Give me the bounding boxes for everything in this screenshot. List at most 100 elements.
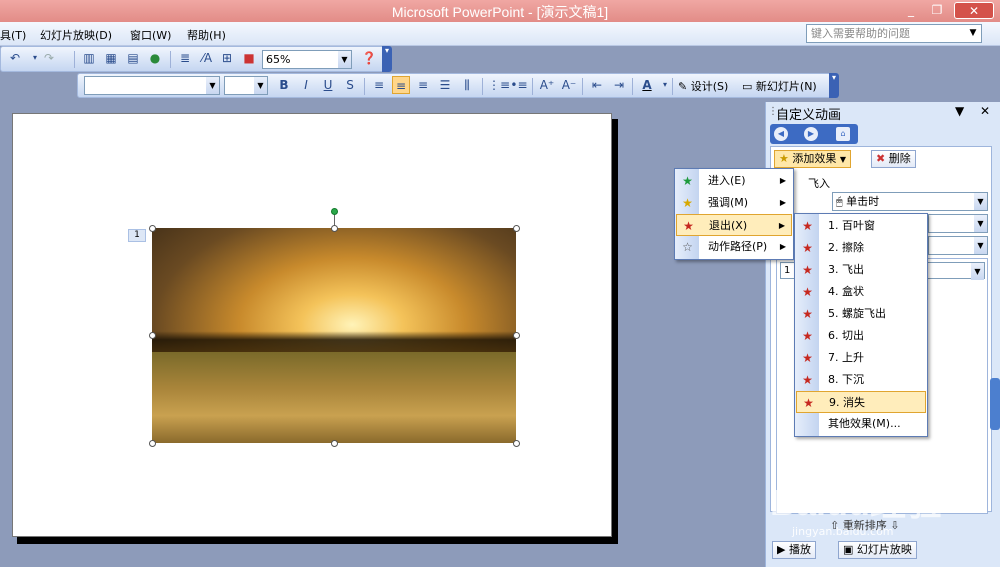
exit-item-descend[interactable]: ★ 8. 下沉 — [796, 369, 926, 391]
align-left-icon[interactable]: ≡ — [370, 76, 388, 94]
chevron-right-icon: ▶ — [778, 221, 785, 230]
direction-select[interactable]: ▼ — [928, 214, 988, 233]
toolbar-options-icon[interactable]: ▾ — [829, 73, 839, 98]
menu-tools[interactable]: 具(T) — [0, 27, 26, 43]
resize-handle[interactable] — [513, 332, 520, 339]
slideshow-icon: ▣ — [843, 543, 854, 556]
exit-item-crawl-out[interactable]: ★ 6. 切出 — [796, 325, 926, 347]
italic-button[interactable]: I — [297, 76, 315, 94]
zoom-value: 65% — [266, 53, 291, 66]
play-button[interactable]: ▶ 播放 — [772, 541, 816, 559]
remove-label: 删除 — [888, 152, 911, 165]
menu-window[interactable]: 窗口(W) — [130, 27, 171, 43]
menu-item-exit[interactable]: ★ 退出(X) ▶ — [676, 214, 792, 236]
hyperlink-icon[interactable]: ● — [146, 49, 164, 67]
resize-handle[interactable] — [513, 225, 520, 232]
menu-help[interactable]: 帮助(H) — [187, 27, 226, 43]
help-icon[interactable]: ❓ — [360, 49, 378, 67]
decrease-indent-icon[interactable]: ⇤ — [588, 76, 606, 94]
resize-handle[interactable] — [513, 440, 520, 447]
toolbar-separator — [672, 78, 673, 95]
back-icon[interactable]: ◀ — [774, 127, 788, 141]
distribute-icon[interactable]: ☰ — [436, 76, 454, 94]
play-icon: ▶ — [777, 543, 786, 556]
undo-icon[interactable]: ↶ — [6, 49, 24, 67]
resize-handle[interactable] — [149, 225, 156, 232]
exit-item-blinds[interactable]: ★ 1. 百叶窗 — [796, 215, 926, 237]
menu-item-emphasis[interactable]: ★ 强调(M) ▶ — [676, 192, 792, 214]
animation-order-tag[interactable]: 1 — [128, 229, 146, 242]
grid-icon[interactable]: ⊞ — [218, 49, 236, 67]
numbering-icon[interactable]: ⋮≡ — [488, 76, 510, 94]
pane-menu-icon[interactable]: ▼ — [955, 104, 964, 118]
exit-item-box[interactable]: ★ 4. 盒状 — [796, 281, 926, 303]
decrease-font-icon[interactable]: A⁻ — [560, 76, 578, 94]
exit-item-more-effects[interactable]: 其他效果(M)... — [796, 413, 926, 435]
toolbar-separator — [532, 78, 533, 95]
rotation-handle[interactable] — [331, 208, 338, 215]
exit-item-disappear[interactable]: ★ 9. 消失 — [796, 391, 926, 413]
menu-slideshow[interactable]: 幻灯片放映(D) — [40, 27, 112, 43]
bullets-icon[interactable]: •≡ — [510, 76, 528, 94]
help-dropdown-icon[interactable]: ▼ — [966, 26, 980, 41]
chart-icon[interactable]: ▥ — [80, 49, 98, 67]
menu-item-label: 6. 切出 — [828, 329, 864, 342]
bold-button[interactable]: B — [275, 76, 293, 94]
underline-button[interactable]: U — [319, 76, 337, 94]
resize-handle[interactable] — [149, 440, 156, 447]
align-right-icon[interactable]: ≡ — [414, 76, 432, 94]
menu-item-entrance[interactable]: ★ 进入(E) ▶ — [676, 170, 792, 192]
add-effect-button[interactable]: ★ 添加效果 ▼ — [774, 150, 852, 168]
font-size-select[interactable]: ▼ — [224, 76, 268, 95]
speed-select[interactable]: ▼ — [928, 236, 988, 255]
pane-close-icon[interactable]: ✕ — [980, 104, 990, 118]
forward-icon[interactable]: ▶ — [804, 127, 818, 141]
home-icon[interactable]: ⌂ — [836, 127, 850, 141]
font-name-select[interactable]: ▼ — [84, 76, 220, 95]
insert-object-icon[interactable]: ▤ — [124, 49, 142, 67]
table-icon[interactable]: ▦ — [102, 49, 120, 67]
exit-star-icon: ★ — [802, 373, 813, 387]
baidu-watermark-logo: Baidu经验 — [770, 482, 943, 523]
color-grayscale-icon[interactable]: ■ — [240, 49, 258, 67]
close-button[interactable]: ✕ — [954, 2, 994, 19]
text-format-icon[interactable]: ⁄A — [198, 49, 216, 67]
help-search-input[interactable]: 键入需要帮助的问题 — [806, 24, 982, 43]
exit-star-icon: ★ — [802, 307, 813, 321]
menu-item-label: 7. 上升 — [828, 351, 864, 364]
minimize-button[interactable]: _ — [900, 2, 922, 19]
increase-font-icon[interactable]: A⁺ — [538, 76, 556, 94]
resize-handle[interactable] — [149, 332, 156, 339]
design-button[interactable]: ✎ 设计(S) — [678, 78, 728, 94]
increase-indent-icon[interactable]: ⇥ — [610, 76, 628, 94]
exit-item-ascend[interactable]: ★ 7. 上升 — [796, 347, 926, 369]
exit-item-spiral-out[interactable]: ★ 5. 螺旋飞出 — [796, 303, 926, 325]
align-center-icon[interactable]: ≡ — [392, 76, 410, 94]
start-select[interactable]: 🖱 单击时 ▼ — [832, 192, 988, 211]
slideshow-button[interactable]: ▣ 幻灯片放映 — [838, 541, 917, 559]
exit-star-icon: ★ — [802, 241, 813, 255]
new-slide-button[interactable]: ▭ 新幻灯片(N) — [742, 78, 817, 94]
exit-item-wipe[interactable]: ★ 2. 擦除 — [796, 237, 926, 259]
exit-star-icon: ★ — [802, 351, 813, 365]
redo-icon[interactable]: ↷ — [40, 49, 58, 67]
scrollbar-thumb[interactable] — [990, 378, 1000, 430]
expand-icon[interactable]: ≣ — [176, 49, 194, 67]
shadow-button[interactable]: S — [341, 76, 359, 94]
entrance-star-icon: ★ — [682, 174, 693, 188]
font-color-button[interactable]: A — [638, 76, 656, 94]
restore-button[interactable]: ❐ — [926, 2, 948, 19]
exit-item-fly-out[interactable]: ★ 3. 飞出 — [796, 259, 926, 281]
toolbar-options-icon[interactable]: ▾ — [382, 46, 392, 72]
text-direction-icon[interactable]: ⫼ — [458, 76, 476, 94]
baidu-watermark-url: jingyan.baidu.com — [792, 525, 894, 538]
exit-star-icon: ★ — [802, 219, 813, 233]
resize-handle[interactable] — [331, 440, 338, 447]
resize-handle[interactable] — [331, 225, 338, 232]
design-label: 设计(S) — [690, 80, 729, 93]
toolbar-separator — [632, 78, 633, 95]
remove-button[interactable]: ✖ 删除 — [871, 150, 916, 168]
new-slide-icon: ▭ — [742, 80, 753, 93]
menu-item-motion-path[interactable]: ☆ 动作路径(P) ▶ — [676, 236, 792, 258]
zoom-select[interactable]: 65% ▼ — [262, 50, 352, 69]
